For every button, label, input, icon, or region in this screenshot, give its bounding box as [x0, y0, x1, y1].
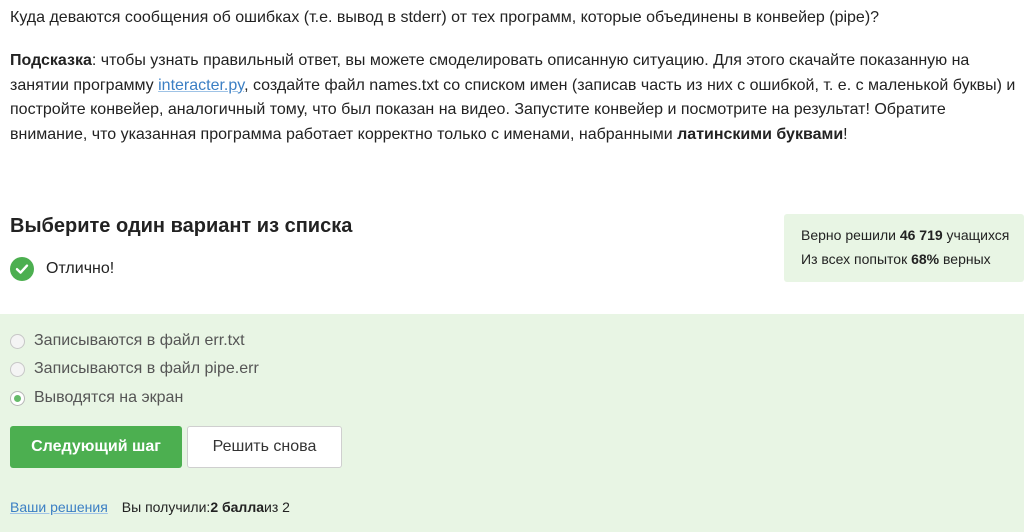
hint-text-2b: , создайте файл names.txt со списком име…	[244, 76, 1016, 94]
radio-dot	[14, 394, 21, 402]
status-text: Отлично!	[46, 260, 115, 277]
hint-label: Подсказка	[10, 52, 92, 69]
radio-unselected-icon[interactable]	[10, 333, 25, 349]
hint-text-2a: занятии программу	[10, 76, 159, 94]
question-text: Куда деваются сообщения об ошибках (т.е.…	[10, 9, 880, 26]
hint-line-2: занятии программу interacter.py, создайт…	[10, 74, 1024, 99]
hint-line-1: Подсказка: чтобы узнать правильный ответ…	[10, 49, 1024, 74]
stats-solved-suffix: учащихся	[942, 227, 1010, 243]
stats-attempts-suffix: верных	[939, 251, 991, 267]
option-screen[interactable]: Выводятся на экран	[10, 388, 183, 408]
radio-selected-icon[interactable]	[10, 390, 25, 406]
your-solutions-link[interactable]: Ваши решения	[10, 499, 108, 515]
option-label: Выводятся на экран	[34, 389, 184, 406]
next-step-button[interactable]: Следующий шаг	[10, 426, 182, 468]
check-circle-icon	[10, 257, 34, 281]
radio-unselected-icon[interactable]	[10, 361, 25, 377]
option-err-txt[interactable]: Записываются в файл err.txt	[10, 331, 245, 351]
hint-block: Подсказка: чтобы узнать правильный ответ…	[10, 49, 1024, 147]
hint-text-4b: !	[843, 125, 848, 143]
hint-text-1: : чтобы узнать правильный ответ, вы може…	[91, 52, 970, 69]
choice-title: Выберите один вариант из списка	[10, 215, 353, 237]
hint-line-4: внимание, что указанная программа работа…	[10, 123, 1024, 148]
stats-solved-count: 46 719	[899, 227, 943, 243]
stats-panel: Верно решили 46 719 учащихся Из всех поп…	[784, 214, 1024, 282]
stats-attempts: Из всех попыток 68% верных	[801, 251, 991, 267]
stats-attempts-percent: 68%	[911, 251, 940, 267]
option-label: Записываются в файл pipe.err	[34, 360, 259, 377]
footer: Ваши решения Вы получили: 2 балла из 2	[10, 499, 290, 515]
score-prefix: Вы получили:	[121, 499, 211, 515]
stats-solved-prefix: Верно решили	[801, 227, 900, 243]
score-suffix: из 2	[264, 499, 290, 515]
score-value: 2 балла	[210, 499, 264, 515]
hint-bold-latin: латинскими буквами	[677, 125, 844, 143]
hint-line-3: постройте конвейер, аналогичный тому, чт…	[10, 101, 946, 118]
stats-solved: Верно решили 46 719 учащихся	[801, 227, 1009, 243]
hint-text-4a: внимание, что указанная программа работа…	[10, 125, 678, 143]
option-pipe-err[interactable]: Записываются в файл pipe.err	[10, 359, 259, 379]
interacter-link[interactable]: interacter.py	[158, 77, 244, 94]
result-status: Отлично!	[10, 257, 114, 281]
stats-attempts-prefix: Из всех попыток	[801, 251, 912, 267]
option-label: Записываются в файл err.txt	[34, 332, 245, 349]
retry-button[interactable]: Решить снова	[187, 426, 342, 468]
